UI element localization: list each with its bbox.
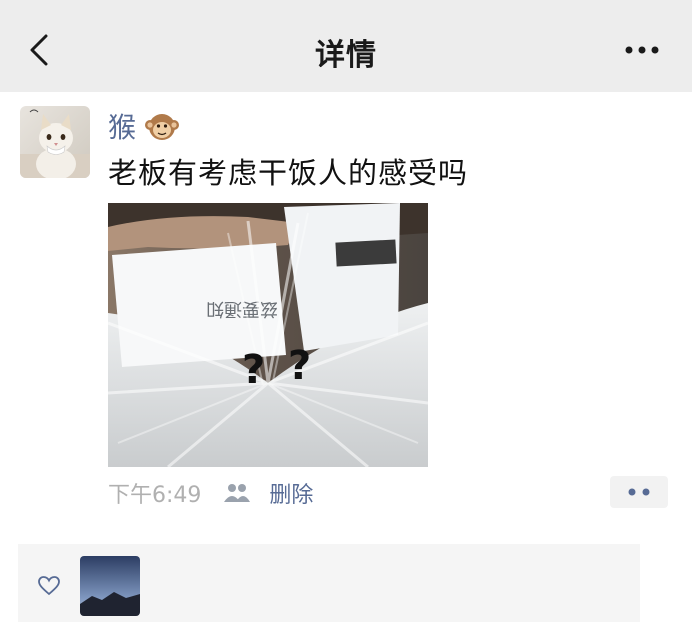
post-image[interactable]: 兹要通知 ? ?	[108, 203, 428, 467]
likes-section	[18, 544, 640, 622]
post-time: 下午6:49	[108, 483, 202, 508]
avatar[interactable]	[20, 106, 90, 178]
post-meta: 下午6:49 删除	[108, 476, 313, 510]
svg-text:?: ?	[288, 343, 311, 389]
svg-text:兹要通知: 兹要通知	[206, 298, 278, 319]
page-title: 详情	[315, 38, 377, 73]
people-icon[interactable]	[223, 482, 251, 504]
ellipsis-icon[interactable]	[622, 34, 662, 64]
liker-avatar[interactable]	[80, 556, 140, 616]
nav-bar: 详情	[0, 0, 692, 92]
username-row[interactable]: 猴	[108, 106, 182, 146]
two-dots-icon[interactable]	[610, 476, 668, 508]
post-text: 老板有考虑干饭人的感受吗	[108, 156, 469, 190]
svg-text:?: ?	[242, 347, 265, 393]
monkey-emoji-icon	[145, 114, 180, 140]
username[interactable]: 猴	[108, 106, 136, 146]
delete-button[interactable]: 删除	[269, 477, 313, 509]
heart-icon	[38, 576, 60, 596]
